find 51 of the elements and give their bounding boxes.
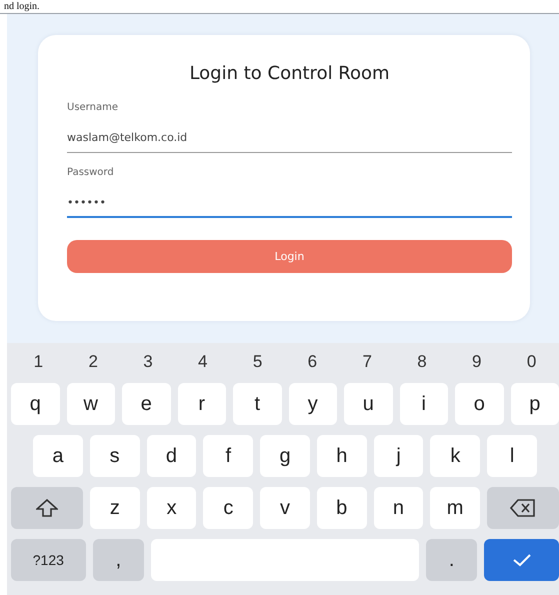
letter-key[interactable]: q [11, 383, 60, 425]
letter-key[interactable]: b [316, 487, 367, 529]
number-key[interactable]: 0 [504, 352, 559, 372]
number-key[interactable]: 8 [394, 352, 450, 372]
letter-key[interactable]: i [400, 383, 448, 425]
number-key[interactable]: 2 [66, 352, 121, 372]
backspace-key[interactable] [486, 487, 559, 529]
check-icon [512, 553, 532, 567]
number-key[interactable]: 4 [175, 352, 230, 372]
letter-key[interactable]: f [203, 435, 254, 477]
letter-key[interactable]: a [33, 435, 83, 477]
letter-key[interactable]: g [260, 435, 310, 477]
letter-key[interactable]: z [90, 487, 140, 529]
letter-key[interactable]: p [510, 383, 559, 425]
letter-key[interactable]: w [66, 383, 115, 425]
letter-key[interactable]: x [146, 487, 196, 529]
letter-key[interactable]: t [233, 383, 282, 425]
field-label: Username [67, 102, 119, 113]
period-key[interactable]: . [426, 539, 478, 581]
letter-key[interactable]: l [487, 435, 538, 477]
number-key[interactable]: 6 [284, 352, 340, 372]
letter-key[interactable]: u [344, 383, 392, 425]
letter-key[interactable]: r [178, 383, 226, 425]
number-key[interactable]: 9 [449, 352, 504, 372]
letter-key[interactable]: n [374, 487, 424, 529]
letter-key[interactable]: c [203, 487, 254, 529]
number-key[interactable]: 5 [230, 352, 285, 372]
letter-key[interactable]: j [374, 435, 424, 477]
letter-key[interactable]: e [122, 383, 170, 425]
number-key[interactable]: 7 [340, 352, 395, 372]
letter-key[interactable]: y [288, 383, 337, 425]
backspace-icon [510, 499, 536, 517]
letter-key[interactable]: o [455, 383, 504, 425]
number-key[interactable]: 1 [11, 352, 66, 372]
letter-key[interactable]: v [260, 487, 310, 529]
letter-key[interactable]: m [430, 487, 480, 529]
input-field[interactable]: waslam@telkom.co.id [67, 123, 512, 153]
card-title: Login to Control Room [188, 63, 391, 84]
comma-key[interactable]: , [92, 539, 144, 581]
input-field[interactable]: •••••• [67, 188, 512, 218]
document-text: nd login. [4, 0, 40, 13]
letter-key[interactable]: k [430, 435, 480, 477]
letter-key[interactable]: s [90, 435, 140, 477]
number-key[interactable]: 3 [120, 352, 176, 372]
shift-key[interactable] [11, 487, 84, 529]
letter-key[interactable]: d [146, 435, 196, 477]
field-label: Password [67, 167, 115, 178]
shift-icon [36, 499, 58, 517]
letter-key[interactable]: h [316, 435, 367, 477]
enter-key[interactable] [484, 539, 559, 581]
symbols-key[interactable]: ?123 [11, 539, 86, 581]
